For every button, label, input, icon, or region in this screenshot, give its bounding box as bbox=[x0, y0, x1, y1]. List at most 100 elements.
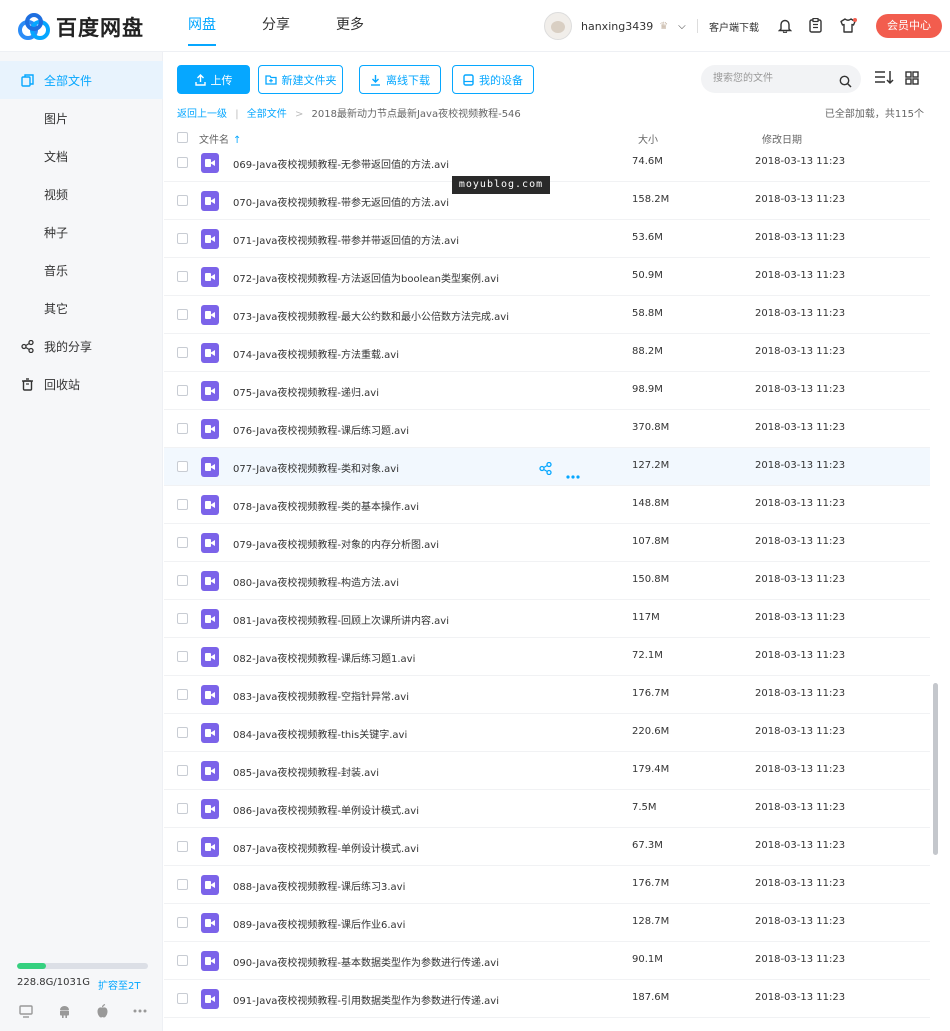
table-row[interactable]: 088-Java夜校视频教程-课后练习3.avi 176.7M 2018-03-13… bbox=[164, 866, 930, 904]
offline-download-button[interactable]: 离线下载 bbox=[359, 65, 441, 94]
breadcrumb-root-link[interactable]: 全部文件 bbox=[247, 109, 287, 120]
table-row[interactable]: 078-Java夜校视频教程-类的基本操作.avi 148.8M 2018-03-1… bbox=[164, 486, 930, 524]
logo[interactable]: 百度网盘 bbox=[16, 12, 144, 42]
sidebar-item-all-files[interactable]: 全部文件 bbox=[0, 61, 163, 99]
row-checkbox[interactable] bbox=[177, 765, 188, 776]
file-name[interactable]: 081-Java夜校视频教程-回顾上次课所讲内容.avi bbox=[233, 612, 449, 627]
table-row[interactable]: 077-Java夜校视频教程-类和对象.avi 127.2M 2018-03-13 … bbox=[164, 448, 930, 486]
file-name[interactable]: 076-Java夜校视频教程-课后练习题.avi bbox=[233, 422, 409, 437]
file-name[interactable]: 087-Java夜校视频教程-单例设计模式.avi bbox=[233, 840, 419, 855]
clipboard-icon[interactable] bbox=[806, 16, 824, 34]
file-name[interactable]: 075-Java夜校视频教程-递归.avi bbox=[233, 384, 379, 399]
row-checkbox[interactable] bbox=[177, 309, 188, 320]
table-row[interactable]: 076-Java夜校视频教程-课后练习题.avi 370.8M 2018-03-13… bbox=[164, 410, 930, 448]
grid-view-icon[interactable] bbox=[905, 70, 923, 88]
row-checkbox[interactable] bbox=[177, 613, 188, 624]
row-checkbox[interactable] bbox=[177, 195, 188, 206]
user-menu[interactable]: hanxing3439 ♛ ⌵ bbox=[544, 12, 686, 40]
share-icon[interactable] bbox=[539, 460, 552, 479]
table-row[interactable]: 073-Java夜校视频教程-最大公约数和最小公倍数方法完成.avi 58.8M 2… bbox=[164, 296, 930, 334]
row-checkbox[interactable] bbox=[177, 537, 188, 548]
row-checkbox[interactable] bbox=[177, 841, 188, 852]
more-platforms-icon[interactable] bbox=[132, 1003, 148, 1019]
sidebar-item-documents[interactable]: 文档 bbox=[0, 137, 163, 175]
file-name[interactable]: 089-Java夜校视频教程-课后作业6.avi bbox=[233, 916, 405, 931]
more-options-icon[interactable] bbox=[566, 464, 580, 483]
row-checkbox[interactable] bbox=[177, 347, 188, 358]
table-row[interactable]: 080-Java夜校视频教程-构造方法.avi 150.8M 2018-03-13 … bbox=[164, 562, 930, 600]
table-row[interactable]: 086-Java夜校视频教程-单例设计模式.avi 7.5M 2018-03-13 … bbox=[164, 790, 930, 828]
file-name[interactable]: 084-Java夜校视频教程-this关键字.avi bbox=[233, 726, 407, 741]
row-checkbox[interactable] bbox=[177, 575, 188, 586]
scrollbar-thumb[interactable] bbox=[933, 683, 938, 855]
sidebar-item-trash[interactable]: 回收站 bbox=[0, 365, 163, 403]
row-checkbox[interactable] bbox=[177, 879, 188, 890]
row-checkbox[interactable] bbox=[177, 157, 188, 168]
row-checkbox[interactable] bbox=[177, 803, 188, 814]
file-name[interactable]: 077-Java夜校视频教程-类和对象.avi bbox=[233, 460, 399, 475]
file-name[interactable]: 080-Java夜校视频教程-构造方法.avi bbox=[233, 574, 399, 589]
upload-button[interactable]: 上传 bbox=[177, 65, 250, 94]
tab-share[interactable]: 分享 bbox=[262, 0, 290, 52]
select-all-checkbox[interactable] bbox=[177, 132, 188, 143]
table-row[interactable]: 084-Java夜校视频教程-this关键字.avi 220.6M 2018-03-… bbox=[164, 714, 930, 752]
desktop-icon[interactable] bbox=[18, 1003, 34, 1019]
table-row[interactable]: 089-Java夜校视频教程-课后作业6.avi 128.7M 2018-03-13… bbox=[164, 904, 930, 942]
sidebar-item-other[interactable]: 其它 bbox=[0, 289, 163, 327]
new-folder-button[interactable]: 新建文件夹 bbox=[258, 65, 343, 94]
search-input[interactable]: 搜索您的文件 bbox=[701, 65, 861, 93]
file-name[interactable]: 088-Java夜校视频教程-课后练习3.avi bbox=[233, 878, 405, 893]
sidebar-item-videos[interactable]: 视频 bbox=[0, 175, 163, 213]
table-row[interactable]: 083-Java夜校视频教程-空指针异常.avi 176.7M 2018-03-13… bbox=[164, 676, 930, 714]
table-row[interactable]: 082-Java夜校视频教程-课后练习题1.avi 72.1M 2018-03-13… bbox=[164, 638, 930, 676]
avatar[interactable] bbox=[544, 12, 572, 40]
chevron-down-icon[interactable]: ⌵ bbox=[678, 21, 686, 32]
sort-icon[interactable] bbox=[874, 70, 894, 88]
row-checkbox[interactable] bbox=[177, 271, 188, 282]
row-checkbox[interactable] bbox=[177, 955, 188, 966]
row-checkbox[interactable] bbox=[177, 727, 188, 738]
android-icon[interactable] bbox=[56, 1003, 72, 1019]
row-checkbox[interactable] bbox=[177, 423, 188, 434]
file-name[interactable]: 078-Java夜校视频教程-类的基本操作.avi bbox=[233, 498, 419, 513]
row-checkbox[interactable] bbox=[177, 461, 188, 472]
sidebar-item-images[interactable]: 图片 bbox=[0, 99, 163, 137]
file-name[interactable]: 085-Java夜校视频教程-封装.avi bbox=[233, 764, 379, 779]
row-checkbox[interactable] bbox=[177, 689, 188, 700]
vip-center-button[interactable]: 会员中心 bbox=[876, 14, 942, 38]
file-name[interactable]: 083-Java夜校视频教程-空指针异常.avi bbox=[233, 688, 409, 703]
row-checkbox[interactable] bbox=[177, 385, 188, 396]
sidebar-item-music[interactable]: 音乐 bbox=[0, 251, 163, 289]
row-checkbox[interactable] bbox=[177, 233, 188, 244]
file-name[interactable]: 070-Java夜校视频教程-带参无返回值的方法.avi bbox=[233, 194, 449, 209]
sidebar-item-torrents[interactable]: 种子 bbox=[0, 213, 163, 251]
row-checkbox[interactable] bbox=[177, 993, 188, 1004]
table-row[interactable]: 071-Java夜校视频教程-带参并带返回值的方法.avi 53.6M 2018-0… bbox=[164, 220, 930, 258]
tab-netdisk[interactable]: 网盘 bbox=[188, 0, 216, 52]
row-checkbox[interactable] bbox=[177, 499, 188, 510]
sidebar-item-my-share[interactable]: 我的分享 bbox=[0, 327, 163, 365]
table-row[interactable]: 081-Java夜校视频教程-回顾上次课所讲内容.avi 117M 2018-03-… bbox=[164, 600, 930, 638]
file-name[interactable]: 090-Java夜校视频教程-基本数据类型作为参数进行传递.avi bbox=[233, 954, 499, 969]
bell-icon[interactable] bbox=[776, 16, 794, 34]
table-row[interactable]: 075-Java夜校视频教程-递归.avi 98.9M 2018-03-13 11:… bbox=[164, 372, 930, 410]
breadcrumb-back-link[interactable]: 返回上一级 bbox=[177, 109, 227, 120]
table-row[interactable]: 090-Java夜校视频教程-基本数据类型作为参数进行传递.avi 90.1M 20… bbox=[164, 942, 930, 980]
shirt-icon[interactable] bbox=[839, 16, 857, 34]
table-row[interactable]: 079-Java夜校视频教程-对象的内存分析图.avi 107.8M 2018-03… bbox=[164, 524, 930, 562]
file-name[interactable]: 069-Java夜校视频教程-无参带返回值的方法.avi bbox=[233, 156, 449, 171]
row-checkbox[interactable] bbox=[177, 917, 188, 928]
file-name[interactable]: 072-Java夜校视频教程-方法返回值为boolean类型案例.avi bbox=[233, 270, 499, 285]
table-row[interactable]: 091-Java夜校视频教程-引用数据类型作为参数进行传递.avi 187.6M 2… bbox=[164, 980, 930, 1018]
search-icon[interactable] bbox=[839, 72, 852, 100]
file-name[interactable]: 079-Java夜校视频教程-对象的内存分析图.avi bbox=[233, 536, 439, 551]
file-name[interactable]: 074-Java夜校视频教程-方法重载.avi bbox=[233, 346, 399, 361]
file-name[interactable]: 071-Java夜校视频教程-带参并带返回值的方法.avi bbox=[233, 232, 459, 247]
scrollbar-track[interactable] bbox=[931, 150, 939, 1031]
file-name[interactable]: 086-Java夜校视频教程-单例设计模式.avi bbox=[233, 802, 419, 817]
tab-more[interactable]: 更多 bbox=[336, 0, 364, 52]
file-name[interactable]: 073-Java夜校视频教程-最大公约数和最小公倍数方法完成.avi bbox=[233, 308, 509, 323]
row-checkbox[interactable] bbox=[177, 651, 188, 662]
file-name[interactable]: 082-Java夜校视频教程-课后练习题1.avi bbox=[233, 650, 415, 665]
table-row[interactable]: 072-Java夜校视频教程-方法返回值为boolean类型案例.avi 50.9… bbox=[164, 258, 930, 296]
